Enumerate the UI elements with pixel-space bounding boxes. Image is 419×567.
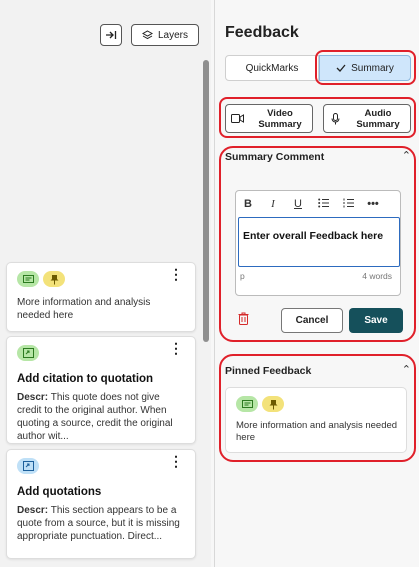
- arrow-to-right-icon: [106, 31, 117, 39]
- highlight-summary-tab: [315, 50, 416, 85]
- layers-icon: [141, 29, 153, 39]
- card-description: Descr: This quote does not give credit t…: [17, 392, 173, 442]
- quickmark-icon: [17, 458, 39, 474]
- card-title: Add quotations: [17, 486, 102, 498]
- card-description: Descr: This section appears to be a quot…: [17, 505, 180, 542]
- layers-label: Layers: [157, 29, 188, 41]
- highlight-summary-buttons: [219, 97, 416, 138]
- pin-icon: [43, 271, 65, 287]
- feedback-panel: Feedback QuickMarks Summary Video Summar…: [214, 0, 419, 567]
- collapse-panel-button[interactable]: [100, 24, 122, 46]
- tab-quickmarks[interactable]: QuickMarks: [225, 55, 319, 81]
- quickmark-card[interactable]: ⋮ Add citation to quotation Descr: This …: [6, 336, 196, 444]
- card-body: More information and analysis needed her…: [17, 297, 151, 321]
- highlight-pinned-feedback: [219, 354, 416, 462]
- comment-icon: [17, 271, 39, 287]
- card-more-icon[interactable]: ⋮: [169, 267, 183, 281]
- card-title: Add citation to quotation: [17, 373, 154, 385]
- card-more-icon[interactable]: ⋮: [169, 341, 183, 355]
- quickmark-card[interactable]: ⋮ Add quotations Descr: This section app…: [6, 449, 196, 559]
- panel-title: Feedback: [225, 24, 299, 41]
- document-pane: Layers ⋮ More information and analysis n…: [0, 0, 211, 567]
- quickmark-icon: [17, 345, 39, 361]
- highlight-summary-comment: [219, 146, 416, 342]
- layers-button[interactable]: Layers: [131, 24, 199, 46]
- scrollbar-thumb[interactable]: [203, 60, 209, 342]
- card-more-icon[interactable]: ⋮: [169, 454, 183, 468]
- feedback-card-pinned[interactable]: ⋮ More information and analysis needed h…: [6, 262, 196, 332]
